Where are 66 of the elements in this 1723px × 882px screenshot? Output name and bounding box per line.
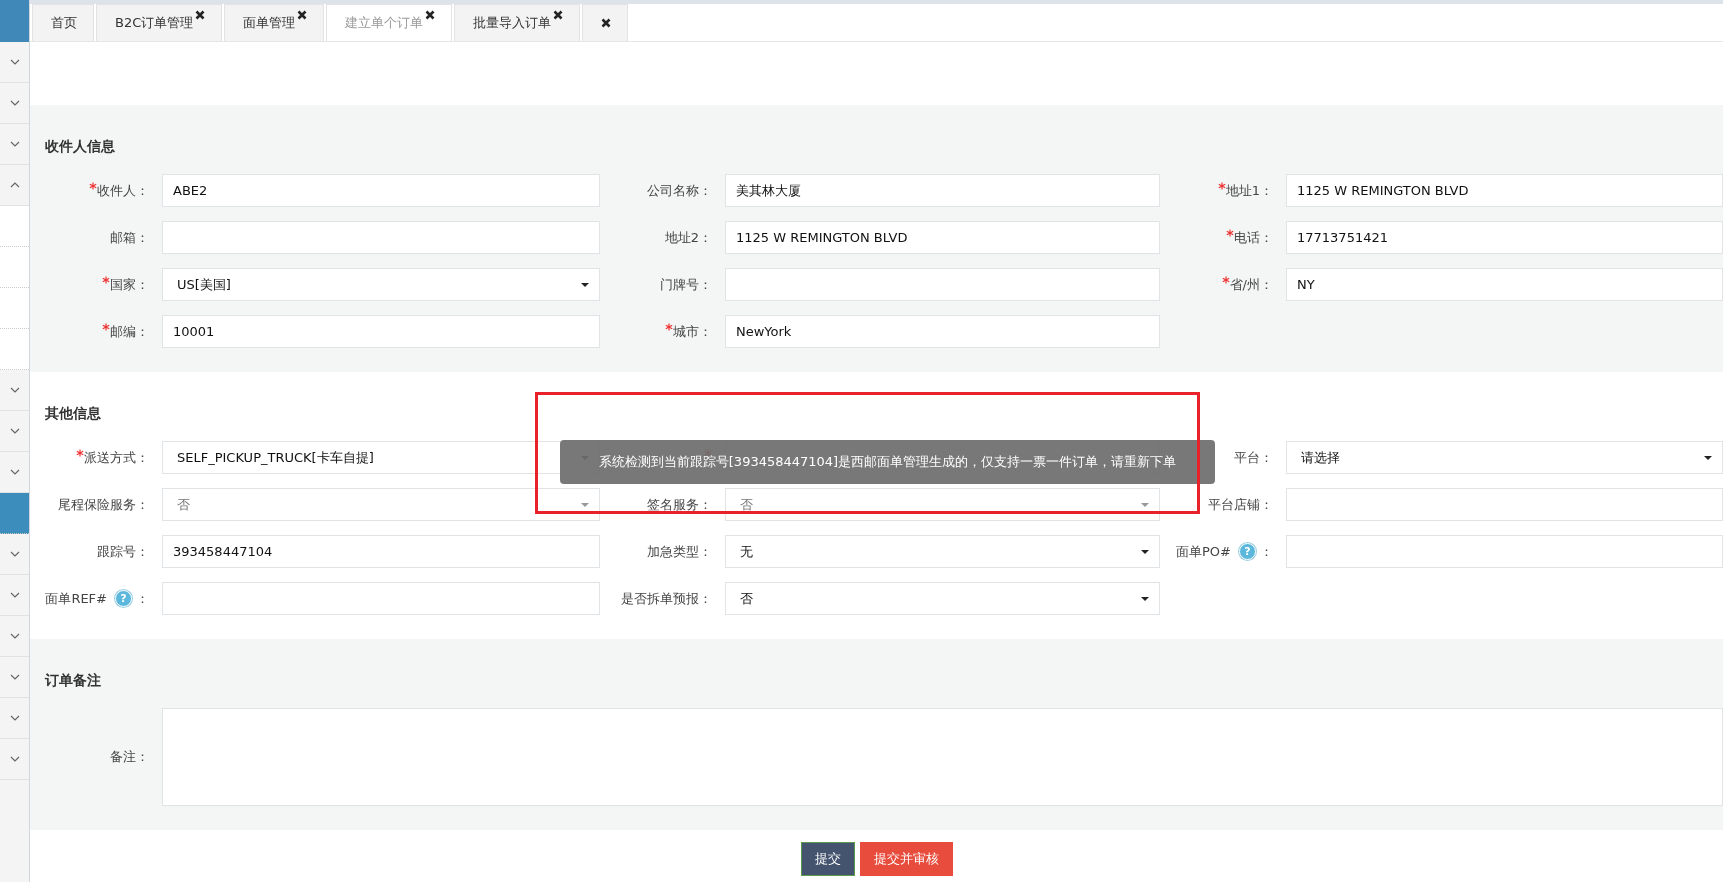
field-label: 省/州：	[1229, 275, 1273, 294]
input-field[interactable]: 10001	[162, 315, 600, 348]
tab[interactable]: 批量导入订单	[454, 4, 581, 41]
sidebar-header	[0, 0, 29, 42]
warning-toast: 系统检测到当前跟踪号[393458447104]是西邮面单管理生成的，仅支持一票一件订单，请重新下单	[560, 440, 1215, 484]
sidebar-item[interactable]	[0, 329, 29, 370]
field-label: 是否拆单预报：	[621, 589, 712, 608]
field-label: 跟踪号：	[97, 542, 149, 561]
input-field[interactable]: 美其林大厦	[725, 174, 1160, 207]
caret-icon	[1704, 455, 1712, 460]
sidebar-item[interactable]	[0, 247, 29, 288]
input-field[interactable]: NewYork	[725, 315, 1160, 348]
input-field[interactable]	[725, 268, 1160, 301]
caret-icon	[581, 502, 589, 507]
section-title: 其他信息	[44, 404, 102, 422]
field-label: 面单REF#	[45, 589, 107, 608]
select-field[interactable]: 否	[725, 582, 1160, 615]
field-label: 加急类型：	[647, 542, 712, 561]
field-label: 派送方式：	[84, 448, 149, 467]
field-label: 备注：	[110, 748, 149, 767]
input-field[interactable]	[162, 582, 600, 615]
input-field[interactable]: ABE2	[162, 174, 600, 207]
input-field[interactable]: 393458447104	[162, 535, 600, 568]
tab[interactable]: 首页	[32, 4, 94, 41]
sidebar-item[interactable]	[0, 493, 29, 534]
input-field[interactable]: NY	[1286, 268, 1723, 301]
sidebar-item[interactable]	[0, 288, 29, 329]
section-title: 收件人信息	[44, 137, 116, 155]
select-field[interactable]: 请选择	[1286, 441, 1723, 474]
field-label: 电话：	[1234, 228, 1273, 247]
input-field[interactable]: 17713751421	[1286, 221, 1723, 254]
select-field[interactable]: 无	[725, 535, 1160, 568]
input-field[interactable]	[1286, 488, 1723, 521]
field-label: 收件人：	[97, 181, 149, 200]
field-label: 地址2：	[664, 228, 712, 247]
tab[interactable]	[582, 4, 629, 41]
field-label: 平台店铺：	[1208, 495, 1273, 514]
input-field[interactable]: 1125 W REMINGTON BLVD	[725, 221, 1160, 254]
caret-icon	[1141, 502, 1149, 507]
section-title: 订单备注	[43, 671, 102, 689]
notes-textarea[interactable]	[162, 708, 1723, 806]
caret-icon	[1141, 549, 1149, 554]
field-label: 地址1：	[1225, 181, 1273, 200]
input-field[interactable]	[1286, 535, 1723, 568]
field-label: 邮编：	[110, 322, 149, 341]
caret-icon	[1141, 596, 1149, 601]
select-field[interactable]: US[美国]	[162, 268, 600, 301]
tab[interactable]: 面单管理	[224, 4, 325, 41]
colon-label: ：	[1260, 542, 1273, 561]
submit-button[interactable]: 提交并审核	[859, 842, 953, 876]
input-field[interactable]: 1125 W REMINGTON BLVD	[1286, 174, 1723, 207]
field-label: 城市：	[673, 322, 712, 341]
submit-button[interactable]: 提交	[800, 842, 855, 876]
colon-label: ：	[136, 589, 149, 608]
caret-icon	[581, 282, 589, 287]
field-label: 平台：	[1234, 448, 1273, 467]
field-label: 面单PO#	[1176, 542, 1231, 561]
field-label: 门牌号：	[660, 275, 712, 294]
field-label: 邮箱：	[110, 228, 149, 247]
field-label: 尾程保险服务：	[58, 495, 149, 514]
tab[interactable]: B2C订单管理	[96, 4, 223, 41]
field-label: 公司名称：	[647, 181, 712, 200]
input-field[interactable]	[162, 221, 600, 254]
sidebar-item[interactable]	[0, 206, 29, 247]
field-label: 国家：	[110, 275, 149, 294]
field-label: 签名服务：	[647, 495, 712, 514]
